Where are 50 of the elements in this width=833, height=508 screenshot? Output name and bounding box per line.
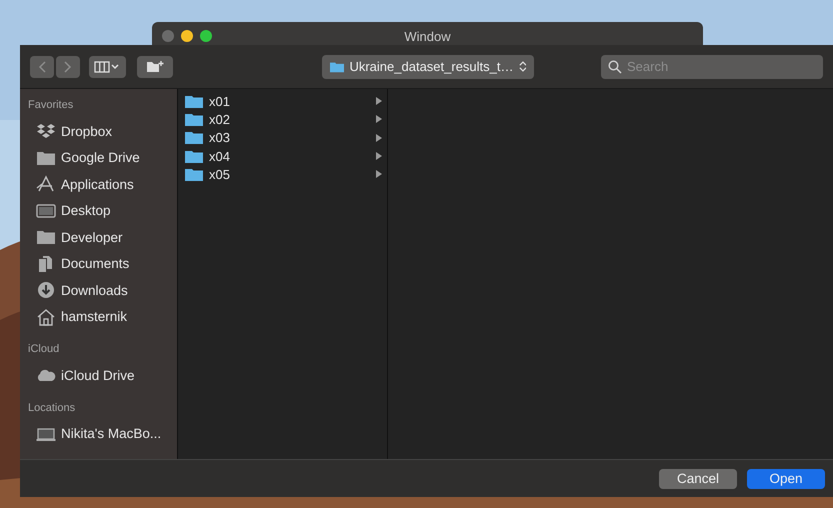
zoom-dot-icon[interactable] [200,30,212,42]
sidebar-item[interactable]: Google Drive [20,144,177,171]
desktop-icon [36,202,56,220]
sidebar-item[interactable]: iCloud Drive [20,362,177,388]
up-down-arrows-icon [518,60,526,73]
applications-icon [36,175,56,194]
path-popup-button[interactable]: Ukraine_dataset_results_t… [322,54,534,78]
sidebar-heading: Locations [27,400,76,416]
cancel-button[interactable]: Cancel [659,468,737,488]
disclosure-arrow-icon [376,134,382,142]
folder-row[interactable]: x01 [178,92,387,110]
search-icon [608,60,622,74]
folder-icon [185,94,203,108]
folder-icon [185,112,203,126]
close-dot-icon[interactable] [162,30,174,42]
folder-icon [185,168,203,181]
folder-row[interactable]: x03 [178,128,387,147]
sidebar-item[interactable]: Downloads [20,277,177,304]
disclosure-arrow-icon [376,170,382,178]
folder-row[interactable]: x02 [178,110,387,129]
chevron-right-icon [64,60,72,72]
sidebar-heading: Favorites [27,98,74,113]
chevron-left-icon [38,60,46,72]
sidebar-heading: iCloud [27,342,60,357]
disclosure-arrow-icon [376,115,382,124]
sidebar-item[interactable]: Desktop [20,198,177,224]
download-icon [36,281,56,300]
folder-icon [36,228,56,246]
new-folder-button[interactable] [136,56,173,78]
sidebar-item[interactable]: Developer [20,224,177,250]
folder-icon [185,150,203,163]
disclosure-arrow-icon [376,97,382,106]
new-folder-icon [146,60,164,73]
columns-view-icon [94,60,120,72]
dropbox-icon [36,122,56,140]
sidebar-item[interactable]: Applications [20,171,177,198]
folder-icon [330,60,344,72]
folder-row[interactable]: x04 [178,146,387,166]
sidebar-item[interactable]: hamsternik [20,304,177,330]
sidebar-item[interactable]: Nikita's MacBo... [20,420,177,447]
sidebar-item[interactable]: Documents [20,250,177,277]
minimize-dot-icon[interactable] [181,30,193,42]
disclosure-arrow-icon [376,152,382,160]
window-title: Window [404,28,451,44]
house-icon [36,308,56,326]
open-button[interactable]: Open [747,468,825,488]
sidebar-item[interactable]: Dropbox [20,118,177,144]
folder-row[interactable]: x05 [178,165,387,184]
folder-icon [185,131,203,144]
view-options-button[interactable] [89,56,126,78]
